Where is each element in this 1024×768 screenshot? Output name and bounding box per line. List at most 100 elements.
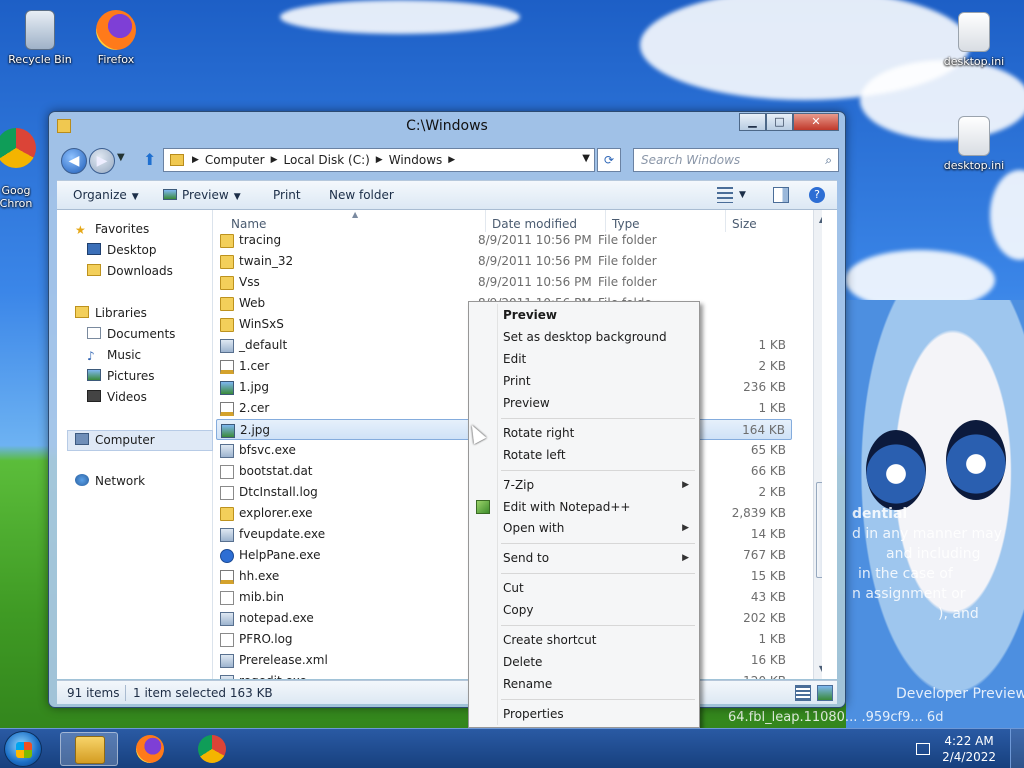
desktop-icon-recycle-bin[interactable]: Recycle Bin	[4, 10, 76, 66]
maximize-button[interactable]: □	[766, 113, 793, 131]
menu-item-rename[interactable]: Rename	[503, 677, 552, 691]
chevron-down-icon[interactable]: ▼	[739, 190, 746, 200]
details-view-icon[interactable]	[795, 685, 811, 701]
file-row[interactable]: twain_32 8/9/2011 10:56 PM File folder	[216, 251, 792, 272]
column-type[interactable]: Type	[612, 217, 640, 231]
taskbar-explorer[interactable]	[60, 732, 118, 766]
close-button[interactable]: ✕	[793, 113, 839, 131]
watermark-text: in the case of	[858, 566, 953, 582]
back-button[interactable]: ◀	[61, 148, 87, 174]
nav-pictures[interactable]: Pictures	[87, 369, 155, 383]
breadcrumb-computer[interactable]: Computer	[205, 153, 265, 167]
desktop-icon-chrome[interactable]: Goog Chron	[0, 115, 52, 210]
file-row[interactable]: tracing 8/9/2011 10:56 PM File folder	[216, 230, 792, 251]
breadcrumb-windows[interactable]: Windows	[389, 153, 443, 167]
search-input[interactable]: Search Windows ⌕	[633, 148, 839, 172]
menu-item-7zip[interactable]: 7-Zip	[503, 478, 534, 492]
file-name: twain_32	[239, 254, 294, 268]
explorer-icon	[75, 736, 105, 764]
menu-item-preview-default[interactable]: Preview	[503, 308, 557, 322]
file-name: 1.cer	[239, 359, 270, 373]
videos-icon	[87, 390, 101, 402]
firefox-icon	[136, 735, 164, 763]
menu-item-delete[interactable]: Delete	[503, 655, 542, 669]
menu-item-copy[interactable]: Copy	[503, 603, 533, 617]
chrome-icon	[198, 735, 226, 763]
show-desktop-button[interactable]	[1010, 729, 1024, 768]
desktop-icon-firefox[interactable]: Firefox	[80, 10, 152, 66]
nav-label: Favorites	[95, 222, 150, 236]
taskbar-firefox[interactable]	[122, 732, 180, 766]
recycle-bin-icon	[25, 10, 55, 50]
recent-pages-dropdown[interactable]: ▼	[117, 152, 125, 163]
desktop-icon-desktop-ini[interactable]: desktop.ini	[938, 12, 1010, 68]
nav-favorites[interactable]: ★ Favorites	[75, 222, 150, 237]
application-icon	[220, 675, 234, 679]
forward-button[interactable]: ▶	[89, 148, 115, 174]
file-name: WinSxS	[239, 317, 284, 331]
chevron-right-icon[interactable]: ▶	[271, 155, 278, 165]
explorer-window[interactable]: C:\Windows ▁ □ ✕ ◀ ▶ ▼ ⬆ ▶ Computer ▶ Lo…	[48, 111, 846, 708]
up-arrow-icon[interactable]: ⬆	[143, 150, 156, 169]
change-view-icon[interactable]	[717, 187, 733, 203]
column-name[interactable]: Name	[231, 217, 266, 231]
print-button[interactable]: Print	[273, 188, 301, 202]
organize-button[interactable]: Organize ▼	[73, 188, 139, 202]
menu-item-rotate-left[interactable]: Rotate left	[503, 448, 566, 462]
nav-music[interactable]: ♪ Music	[87, 348, 141, 363]
menu-item-edit[interactable]: Edit	[503, 352, 526, 366]
nav-libraries[interactable]: Libraries	[75, 306, 147, 320]
menu-item-preview[interactable]: Preview	[503, 396, 550, 410]
column-date-modified[interactable]: Date modified	[492, 217, 577, 231]
nav-videos[interactable]: Videos	[87, 390, 147, 404]
menu-item-properties[interactable]: Properties	[503, 707, 564, 721]
preview-pane-icon[interactable]	[773, 187, 789, 203]
system-clock[interactable]: 4:22 AM 2/4/2022	[942, 733, 996, 765]
preview-button[interactable]: Preview ▼	[163, 188, 241, 202]
chevron-right-icon[interactable]: ▶	[376, 155, 383, 165]
menu-item-send-to[interactable]: Send to	[503, 551, 549, 565]
breadcrumb-local-disk[interactable]: Local Disk (C:)	[284, 153, 370, 167]
menu-item-create-shortcut[interactable]: Create shortcut	[503, 633, 596, 647]
new-folder-button[interactable]: New folder	[329, 188, 394, 202]
menu-item-cut[interactable]: Cut	[503, 581, 524, 595]
file-size: 767 KB	[743, 548, 786, 562]
chevron-right-icon[interactable]: ▶	[192, 155, 199, 165]
desktop-icon-desktop-ini[interactable]: desktop.ini	[938, 116, 1010, 172]
nav-documents[interactable]: Documents	[87, 327, 175, 341]
scrollbar-thumb[interactable]	[816, 482, 822, 578]
nav-downloads[interactable]: Downloads	[87, 264, 173, 278]
chevron-down-icon[interactable]: ▼	[582, 153, 590, 164]
menu-item-set-desktop-background[interactable]: Set as desktop background	[503, 330, 667, 344]
context-menu: Preview Set as desktop background Edit P…	[468, 301, 700, 728]
column-divider	[725, 210, 726, 232]
file-row[interactable]: Vss 8/9/2011 10:56 PM File folder	[216, 272, 792, 293]
scroll-up-arrow[interactable]: ▲	[814, 212, 822, 228]
selection-info: 1 item selected 163 KB	[133, 686, 273, 700]
address-bar[interactable]: ▶ Computer ▶ Local Disk (C:) ▶ Windows ▶…	[163, 148, 595, 172]
nav-network[interactable]: Network	[75, 474, 145, 488]
menu-item-rotate-right[interactable]: Rotate right	[503, 426, 574, 440]
menu-item-open-with[interactable]: Open with	[503, 521, 564, 535]
libraries-icon	[75, 306, 89, 318]
help-icon[interactable]: ?	[809, 187, 825, 203]
start-button[interactable]	[4, 731, 42, 767]
large-icons-view-icon[interactable]	[817, 685, 833, 701]
watermark-text: ), and	[938, 606, 979, 622]
file-name: bfsvc.exe	[239, 443, 296, 457]
network-tray-icon[interactable]	[916, 743, 930, 755]
chevron-right-icon[interactable]: ▶	[448, 155, 455, 165]
minimize-button[interactable]: ▁	[739, 113, 766, 131]
scroll-down-arrow[interactable]: ▼	[814, 661, 822, 677]
nav-desktop[interactable]: Desktop	[87, 243, 157, 257]
menu-item-edit-with-notepad[interactable]: Edit with Notepad++	[503, 500, 630, 514]
column-size[interactable]: Size	[732, 217, 757, 231]
refresh-button[interactable]: ⟳	[597, 148, 621, 172]
vertical-scrollbar[interactable]: ▲ ▼	[813, 210, 822, 679]
menu-item-print[interactable]: Print	[503, 374, 531, 388]
taskbar-chrome[interactable]	[184, 732, 242, 766]
search-icon[interactable]: ⌕	[825, 149, 832, 171]
file-name: regedit.exe	[239, 674, 307, 679]
file-size: 14 KB	[750, 527, 786, 541]
nav-computer[interactable]: Computer	[67, 430, 213, 451]
